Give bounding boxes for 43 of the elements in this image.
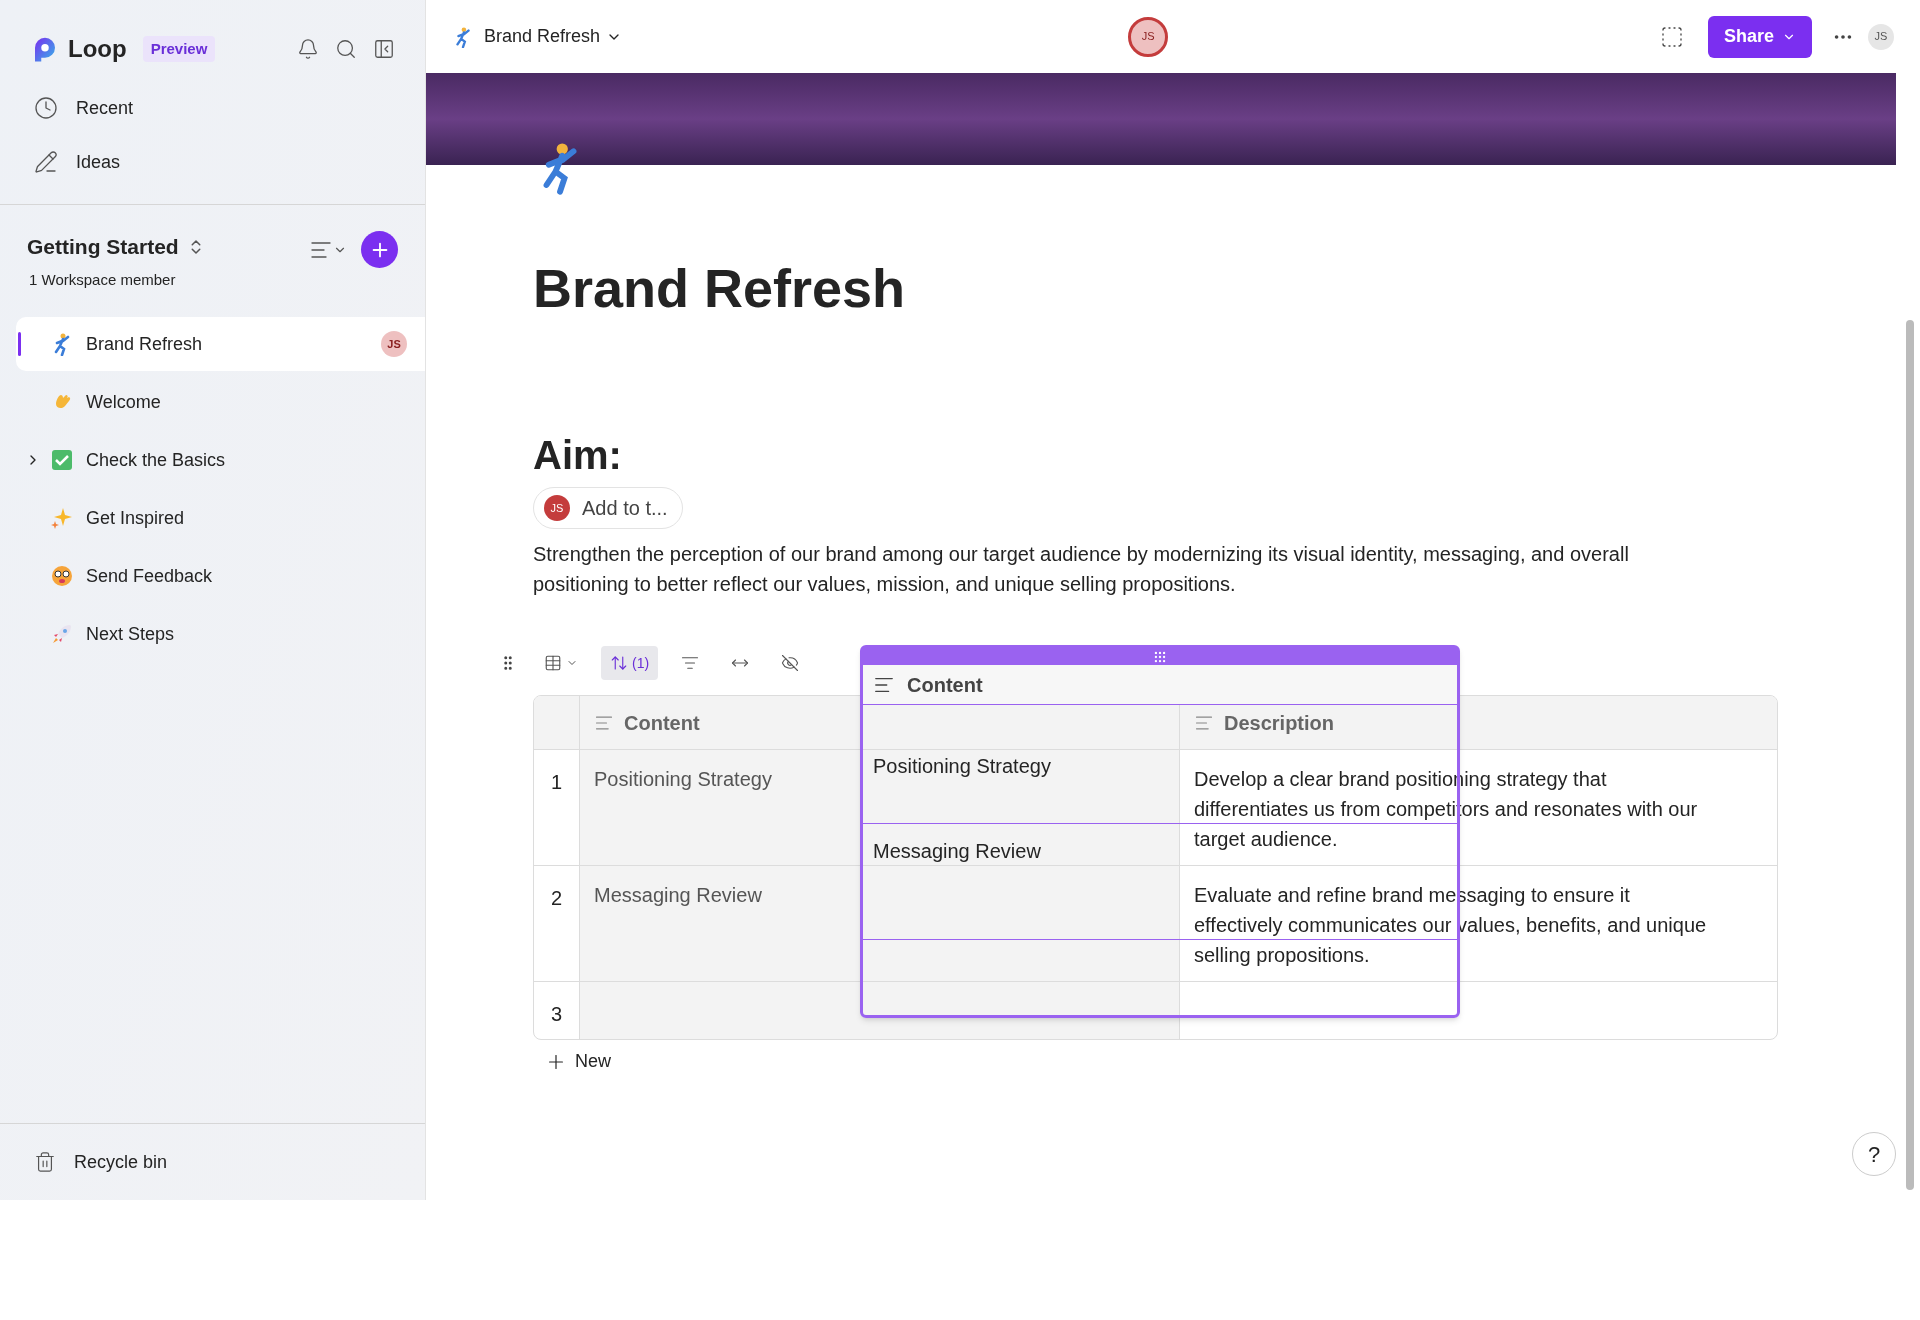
workspace-title: Getting Started: [27, 234, 179, 260]
drag-preview-header: Content: [863, 665, 1457, 705]
section-heading: Aim:: [533, 435, 623, 475]
share-button[interactable]: Share: [1707, 15, 1812, 58]
hide-icon: [781, 654, 800, 672]
collapse-sidebar-icon[interactable]: [373, 38, 395, 60]
workspace-members: 1 Workspace member: [29, 269, 177, 290]
filter-icon: [681, 654, 700, 672]
page-item[interactable]: Welcome: [16, 375, 425, 429]
search-icon[interactable]: [335, 38, 357, 60]
table-cell: Messaging Review: [580, 866, 1180, 981]
page-item[interactable]: Send Feedback: [16, 549, 425, 603]
page-icon: [50, 448, 74, 472]
notifications-icon[interactable]: [297, 38, 319, 60]
page-item[interactable]: Check the Basics: [16, 433, 425, 487]
page-item[interactable]: Next Steps: [16, 607, 425, 661]
trash-icon: [34, 1151, 56, 1173]
app-name: Loop: [68, 34, 127, 64]
dashed-square-icon[interactable]: [1659, 24, 1684, 49]
presence-avatar: JS: [1128, 16, 1169, 57]
page-title: Brand Refresh: [533, 261, 907, 315]
nav-item[interactable]: Ideas: [34, 136, 391, 188]
sort-icon: [610, 654, 628, 672]
page-icon: [50, 564, 74, 588]
grip-icon: [1153, 649, 1167, 664]
recycle-bin-item[interactable]: Recycle bin: [0, 1124, 425, 1200]
page-icon: [50, 622, 74, 646]
new-row-button[interactable]: New: [545, 1048, 611, 1075]
account-avatar[interactable]: JS: [1868, 23, 1894, 50]
page-item[interactable]: Brand Refresh JS: [16, 317, 425, 371]
grid-icon: [544, 654, 562, 672]
page-title-menu[interactable]: Brand Refresh: [484, 23, 623, 50]
selection-indicator: [18, 332, 21, 356]
nav-item[interactable]: Recent: [34, 82, 391, 134]
avatar: JS: [381, 331, 407, 357]
aim-paragraph: Strengthen the perception of our brand among our target audience by modernizing its visual identity, messaging, and overall positioning to better reflect our values, mission, and unique selling propositions.: [533, 542, 1630, 597]
clock-icon: [34, 96, 58, 120]
sort-button[interactable]: (1): [601, 646, 659, 680]
avatar: JS: [544, 495, 570, 521]
preview-badge: Preview: [142, 35, 216, 63]
pencil-icon: [34, 150, 58, 174]
add-page-button[interactable]: [361, 231, 398, 268]
page-item[interactable]: Get Inspired: [16, 491, 425, 545]
